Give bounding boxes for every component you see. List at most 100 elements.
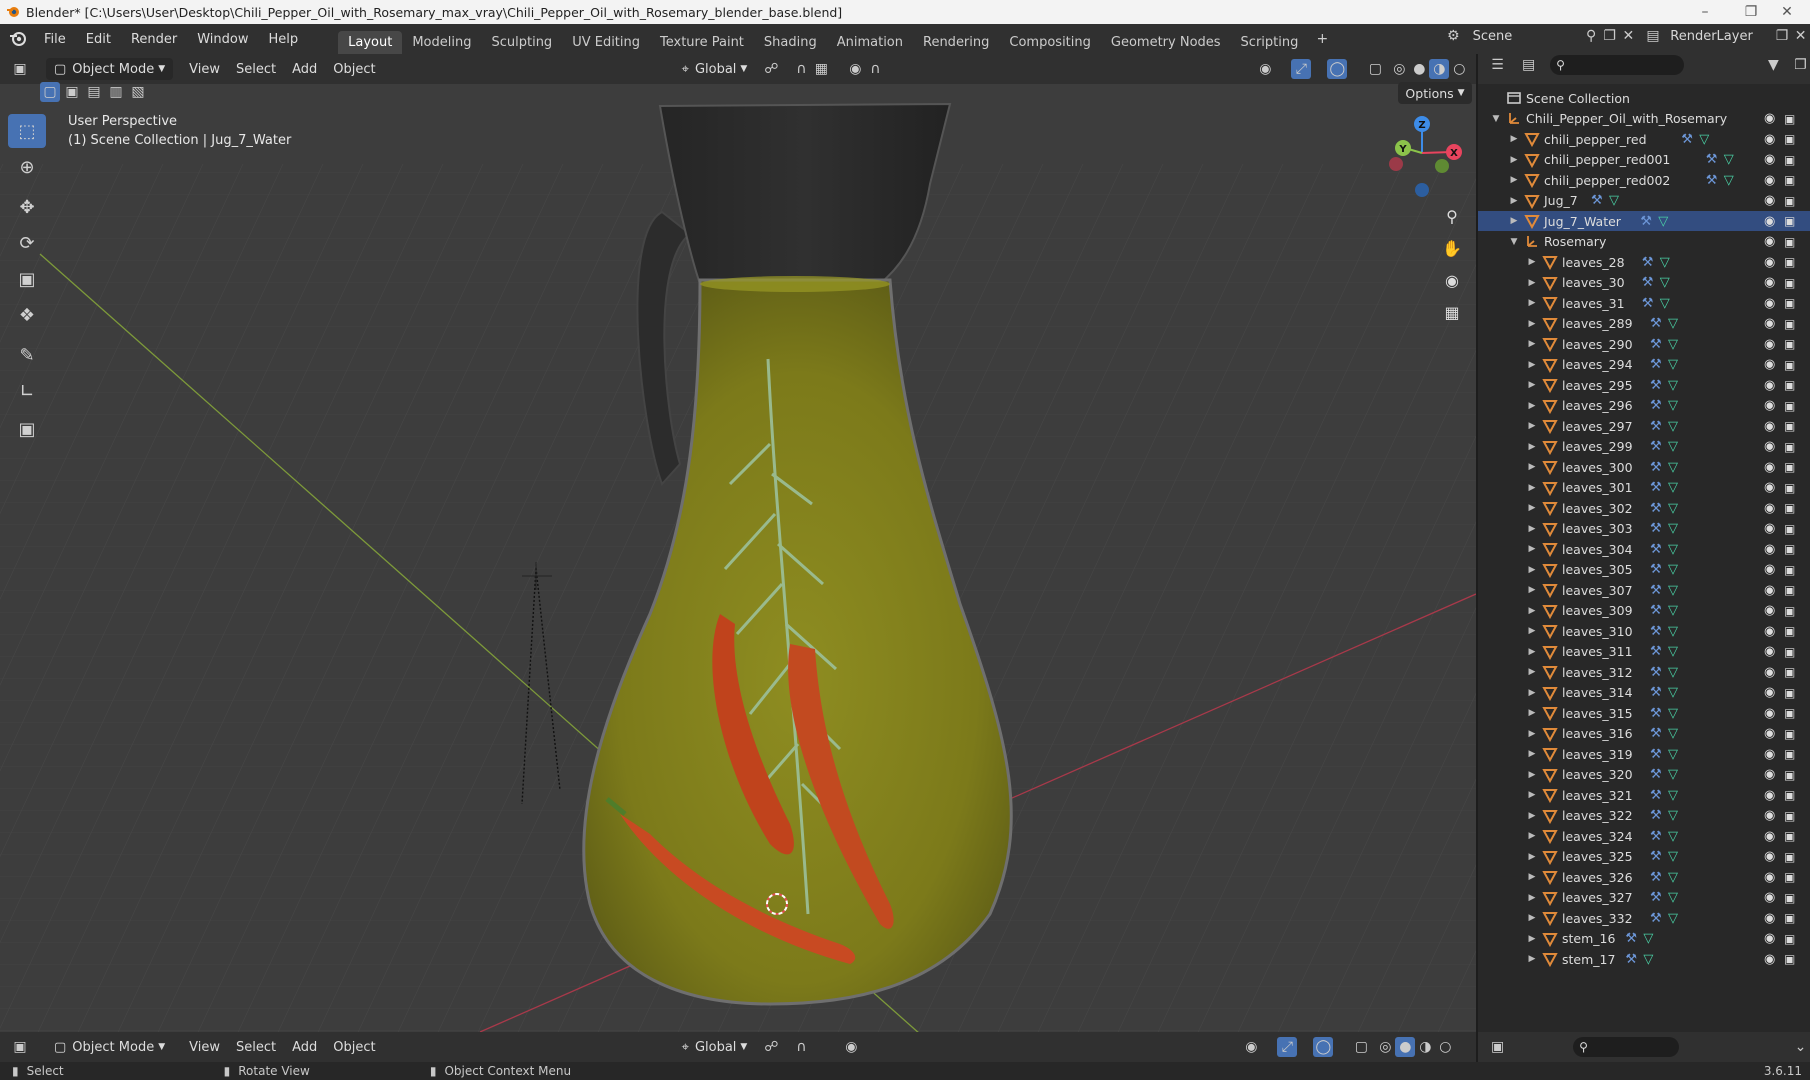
expand-arrow-icon[interactable]: ▶	[1526, 934, 1538, 944]
xray-icon[interactable]: ▢	[1365, 59, 1385, 79]
child-item[interactable]: ▶ leaves_299 ⚒ ▽ ◉ ▣	[1478, 437, 1810, 457]
expand-arrow-icon[interactable]: ▶	[1526, 831, 1538, 841]
camera-render-icon[interactable]: ▣	[1784, 194, 1795, 208]
eye-icon[interactable]: ◉	[1764, 316, 1775, 331]
scene-icon[interactable]: ⚙	[1444, 26, 1463, 46]
camera-render-icon[interactable]: ▣	[1784, 112, 1795, 126]
camera-render-icon[interactable]: ▣	[1784, 214, 1795, 228]
mesh-data-icon[interactable]: ▽	[1668, 788, 1678, 803]
falloff-icon[interactable]: ∩	[865, 59, 885, 79]
modifier-icon[interactable]: ⚒	[1642, 255, 1654, 270]
eye-icon[interactable]: ◉	[1764, 193, 1775, 208]
child-item[interactable]: ▶ leaves_31 ⚒ ▽ ◉ ▣	[1478, 293, 1810, 313]
eye-icon[interactable]: ◉	[1764, 583, 1775, 598]
camera-render-icon[interactable]: ▣	[1784, 952, 1795, 966]
camera-render-icon[interactable]: ▣	[1784, 706, 1795, 720]
mesh-data-icon[interactable]: ▽	[1658, 214, 1668, 229]
modifier-icon[interactable]: ⚒	[1650, 808, 1662, 823]
camera-render-icon[interactable]: ▣	[1784, 235, 1795, 249]
expand-arrow-icon[interactable]: ▶	[1526, 626, 1538, 636]
expand-arrow-icon[interactable]: ▶	[1526, 401, 1538, 411]
select-invert-icon[interactable]: ▥	[106, 82, 126, 102]
child-item[interactable]: ▶ leaves_305 ⚒ ▽ ◉ ▣	[1478, 560, 1810, 580]
child-item[interactable]: ▶ leaves_319 ⚒ ▽ ◉ ▣	[1478, 744, 1810, 764]
pivot-icon[interactable]: ☍	[761, 1037, 781, 1057]
tab-sculpting[interactable]: Sculpting	[481, 31, 562, 54]
modifier-icon[interactable]: ⚒	[1650, 439, 1662, 454]
child-item[interactable]: ▶ leaves_311 ⚒ ▽ ◉ ▣	[1478, 642, 1810, 662]
blender-logo-icon[interactable]	[8, 29, 28, 49]
tab-compositing[interactable]: Compositing	[999, 31, 1101, 54]
camera-render-icon[interactable]: ▣	[1784, 727, 1795, 741]
camera-render-icon[interactable]: ▣	[1784, 358, 1795, 372]
eye-icon[interactable]: ◉	[1764, 911, 1775, 926]
eye-icon[interactable]: ◉	[1764, 665, 1775, 680]
tab-uv-editing[interactable]: UV Editing	[562, 31, 650, 54]
mesh-data-icon[interactable]: ▽	[1668, 706, 1678, 721]
modifier-icon[interactable]: ⚒	[1650, 357, 1662, 372]
camera-render-icon[interactable]: ▣	[1784, 132, 1795, 146]
child-item[interactable]: ▶ leaves_314 ⚒ ▽ ◉ ▣	[1478, 683, 1810, 703]
object-item[interactable]: ▶ chili_pepper_red001 ⚒ ▽ ◉ ▣	[1478, 150, 1810, 170]
object-item[interactable]: ▶ Jug_7_Water ⚒ ▽ ◉ ▣	[1478, 211, 1810, 231]
camera-render-icon[interactable]: ▣	[1784, 768, 1795, 782]
menu-help[interactable]: Help	[259, 32, 309, 47]
new-scene-icon[interactable]: ❐	[1600, 26, 1619, 46]
camera-render-icon[interactable]: ▣	[1784, 378, 1795, 392]
transform-icon[interactable]: ❖	[8, 298, 46, 332]
mesh-data-icon[interactable]: ▽	[1668, 439, 1678, 454]
material-shading-icon[interactable]: ◑	[1415, 1037, 1435, 1057]
snap-target-icon[interactable]: ▦	[811, 59, 831, 79]
layer-icon[interactable]: ▤	[1644, 26, 1663, 46]
modifier-icon[interactable]: ⚒	[1625, 952, 1637, 967]
object-item[interactable]: ▶ chili_pepper_red002 ⚒ ▽ ◉ ▣	[1478, 170, 1810, 190]
tab-geometry-nodes[interactable]: Geometry Nodes	[1101, 31, 1231, 54]
mesh-data-icon[interactable]: ▽	[1668, 624, 1678, 639]
expand-arrow-icon[interactable]: ▶	[1526, 298, 1538, 308]
select-menu-bottom[interactable]: Select	[228, 1040, 284, 1055]
add-menu-bottom[interactable]: Add	[284, 1040, 325, 1055]
modifier-icon[interactable]: ⚒	[1650, 603, 1662, 618]
options-dropdown[interactable]: Options ▼	[1398, 82, 1472, 104]
expand-arrow-icon[interactable]: ▶	[1526, 749, 1538, 759]
mode-dropdown[interactable]: ▢ Object Mode ▼	[46, 58, 174, 80]
proportional-icon[interactable]: ◉	[845, 59, 865, 79]
camera-render-icon[interactable]: ▣	[1784, 255, 1795, 269]
modifier-icon[interactable]: ⚒	[1650, 767, 1662, 782]
add-cube-icon[interactable]: ▣	[8, 412, 46, 446]
modifier-icon[interactable]: ⚒	[1650, 624, 1662, 639]
properties-search-input[interactable]: ⚲	[1573, 1037, 1679, 1057]
child-item[interactable]: ▶ leaves_294 ⚒ ▽ ◉ ▣	[1478, 355, 1810, 375]
expand-arrow-icon[interactable]: ▶	[1526, 954, 1538, 964]
eye-icon[interactable]: ◉	[1764, 870, 1775, 885]
wireframe-shading-icon[interactable]: ◎	[1375, 1037, 1395, 1057]
modifier-icon[interactable]: ⚒	[1650, 644, 1662, 659]
child-item[interactable]: ▶ leaves_326 ⚒ ▽ ◉ ▣	[1478, 867, 1810, 887]
camera-render-icon[interactable]: ▣	[1784, 686, 1795, 700]
cursor-icon[interactable]: ⊕	[8, 150, 46, 184]
chevron-down-icon[interactable]: ⌄	[1791, 1037, 1810, 1057]
camera-render-icon[interactable]: ▣	[1784, 665, 1795, 679]
editor-type-icon[interactable]: ▣	[10, 59, 30, 79]
mesh-data-icon[interactable]: ▽	[1668, 337, 1678, 352]
expand-arrow-icon[interactable]: ▶	[1508, 155, 1520, 165]
modifier-icon[interactable]: ⚒	[1650, 870, 1662, 885]
child-item[interactable]: ▶ leaves_289 ⚒ ▽ ◉ ▣	[1478, 314, 1810, 334]
modifier-icon[interactable]: ⚒	[1650, 665, 1662, 680]
new-collection-icon[interactable]: ❐	[1791, 55, 1810, 75]
expand-arrow-icon[interactable]: ▶	[1526, 380, 1538, 390]
mesh-data-icon[interactable]: ▽	[1660, 255, 1670, 270]
camera-render-icon[interactable]: ▣	[1784, 522, 1795, 536]
child-item[interactable]: ▶ leaves_324 ⚒ ▽ ◉ ▣	[1478, 826, 1810, 846]
mesh-data-icon[interactable]: ▽	[1668, 849, 1678, 864]
camera-render-icon[interactable]: ▣	[1784, 583, 1795, 597]
expand-arrow-icon[interactable]: ▶	[1526, 872, 1538, 882]
child-item[interactable]: ▶ leaves_309 ⚒ ▽ ◉ ▣	[1478, 601, 1810, 621]
expand-arrow-icon[interactable]: ▶	[1526, 503, 1538, 513]
camera-render-icon[interactable]: ▣	[1784, 747, 1795, 761]
gizmo-toggle-icon[interactable]: ⤢	[1291, 59, 1312, 79]
camera-render-icon[interactable]: ▣	[1784, 501, 1795, 515]
filter-icon[interactable]: ▼	[1764, 55, 1783, 75]
tab-modeling[interactable]: Modeling	[402, 31, 481, 54]
expand-arrow-icon[interactable]: ▶	[1526, 585, 1538, 595]
